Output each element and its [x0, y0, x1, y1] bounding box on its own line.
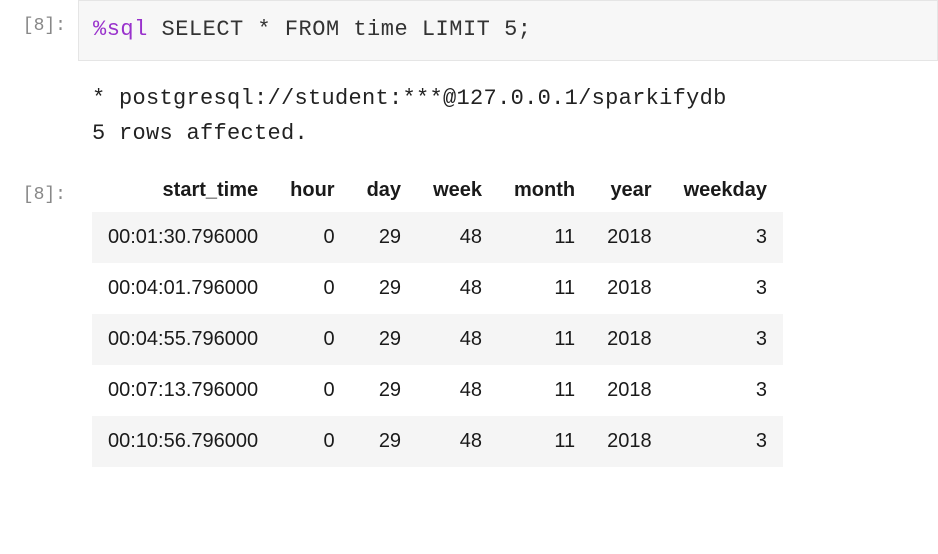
cell-start-time: 00:07:13.796000	[92, 365, 274, 416]
cell-start-time: 00:10:56.796000	[92, 416, 274, 467]
cell-hour: 0	[274, 416, 350, 467]
header-month: month	[498, 169, 591, 212]
input-prompt: [8]:	[0, 0, 78, 36]
table-row: 00:04:55.796000 0 29 48 11 2018 3	[92, 314, 783, 365]
cell-month: 11	[498, 212, 591, 263]
cell-month: 11	[498, 263, 591, 314]
cell-start-time: 00:01:30.796000	[92, 212, 274, 263]
cell-day: 29	[351, 212, 417, 263]
header-year: year	[591, 169, 668, 212]
table-header-row: start_time hour day week month year week…	[92, 169, 783, 212]
header-hour: hour	[274, 169, 350, 212]
cell-day: 29	[351, 416, 417, 467]
cell-month: 11	[498, 416, 591, 467]
header-day: day	[351, 169, 417, 212]
cell-weekday: 3	[668, 263, 783, 314]
cell-year: 2018	[591, 365, 668, 416]
cell-day: 29	[351, 263, 417, 314]
cell-hour: 0	[274, 314, 350, 365]
table-row: 00:07:13.796000 0 29 48 11 2018 3	[92, 365, 783, 416]
sql-query: SELECT * FROM time LIMIT 5;	[162, 17, 532, 42]
cell-week: 48	[417, 416, 498, 467]
connection-string: * postgresql://student:***@127.0.0.1/spa…	[92, 81, 938, 116]
cell-day: 29	[351, 314, 417, 365]
code-input[interactable]: %sql SELECT * FROM time LIMIT 5;	[78, 0, 938, 61]
header-start-time: start_time	[92, 169, 274, 212]
cell-weekday: 3	[668, 365, 783, 416]
cell-month: 11	[498, 314, 591, 365]
cell-start-time: 00:04:01.796000	[92, 263, 274, 314]
cell-start-time: 00:04:55.796000	[92, 314, 274, 365]
table-row: 00:01:30.796000 0 29 48 11 2018 3	[92, 212, 783, 263]
rows-affected: 5 rows affected.	[92, 116, 938, 151]
table-row: 00:04:01.796000 0 29 48 11 2018 3	[92, 263, 783, 314]
input-cell: [8]: %sql SELECT * FROM time LIMIT 5;	[0, 0, 938, 61]
cell-year: 2018	[591, 212, 668, 263]
result-table: start_time hour day week month year week…	[92, 169, 783, 467]
header-weekday: weekday	[668, 169, 783, 212]
cell-hour: 0	[274, 212, 350, 263]
cell-year: 2018	[591, 263, 668, 314]
cell-month: 11	[498, 365, 591, 416]
cell-week: 48	[417, 212, 498, 263]
cell-week: 48	[417, 365, 498, 416]
header-week: week	[417, 169, 498, 212]
cell-week: 48	[417, 314, 498, 365]
table-row: 00:10:56.796000 0 29 48 11 2018 3	[92, 416, 783, 467]
cell-day: 29	[351, 365, 417, 416]
table-output-cell: [8]: start_time hour day week month year…	[0, 169, 938, 467]
cell-hour: 0	[274, 365, 350, 416]
cell-weekday: 3	[668, 212, 783, 263]
cell-week: 48	[417, 263, 498, 314]
magic-command: %sql	[93, 17, 148, 42]
cell-year: 2018	[591, 314, 668, 365]
table-output-inner: start_time hour day week month year week…	[78, 169, 938, 467]
cell-weekday: 3	[668, 416, 783, 467]
cell-year: 2018	[591, 416, 668, 467]
output-prompt: [8]:	[0, 169, 78, 205]
cell-weekday: 3	[668, 314, 783, 365]
text-output-cell: * postgresql://student:***@127.0.0.1/spa…	[0, 81, 938, 151]
cell-hour: 0	[274, 263, 350, 314]
text-output-inner: * postgresql://student:***@127.0.0.1/spa…	[78, 81, 938, 151]
